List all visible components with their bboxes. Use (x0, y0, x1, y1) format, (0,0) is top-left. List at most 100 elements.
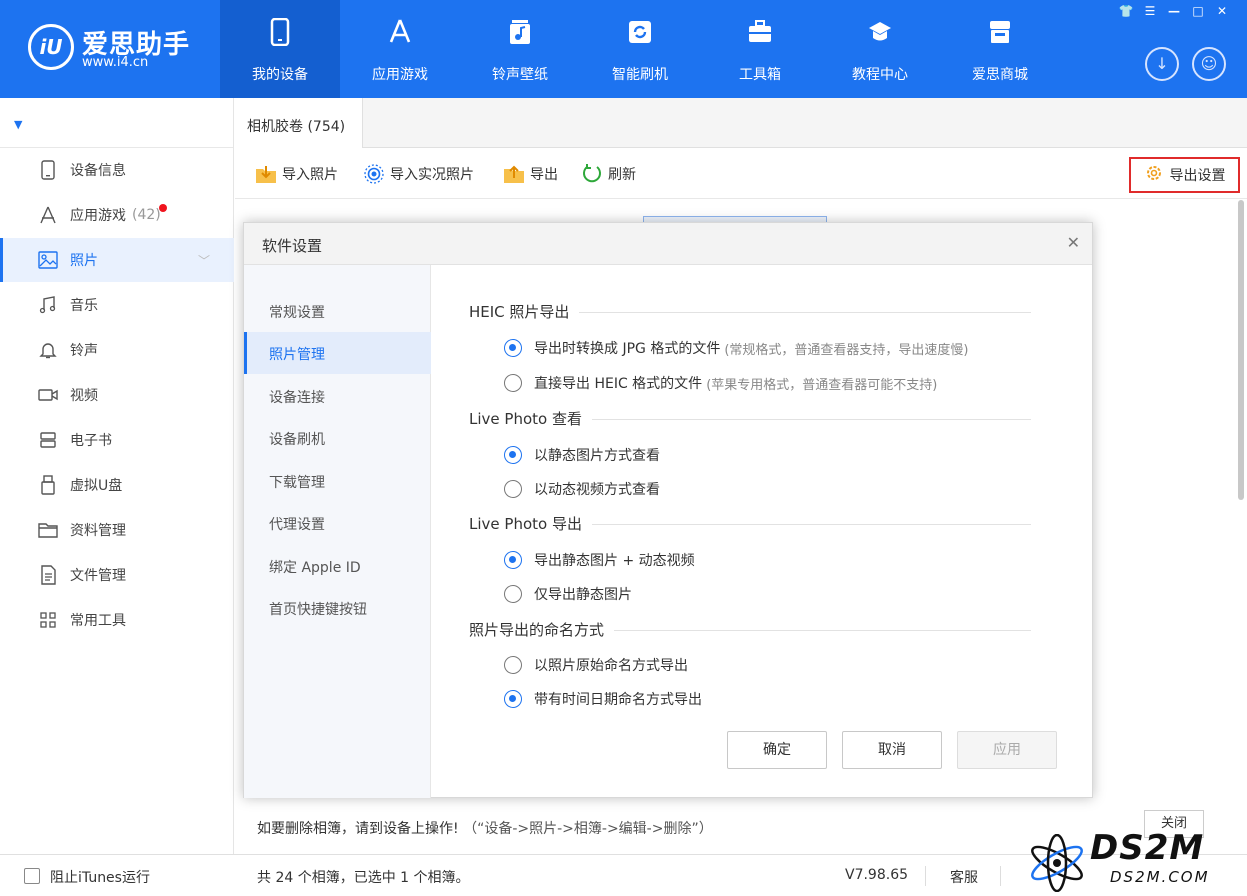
nav-ringtones-wallpapers[interactable]: 铃声壁纸 (460, 0, 580, 98)
live-photo-icon (363, 163, 385, 185)
app-url: www.i4.cn (82, 55, 149, 70)
option-label: 导出静态图片 + 动态视频 (534, 553, 695, 569)
radio-button[interactable] (504, 480, 522, 498)
close-icon[interactable]: ✕ (1067, 233, 1080, 252)
toolbox-icon (749, 20, 771, 42)
sidebar-item-device-info[interactable]: 设备信息 (0, 148, 234, 192)
nav-label: 智能刷机 (612, 67, 668, 83)
watermark-brand: DS2M (1090, 828, 1205, 868)
option-label: 以静态图片方式查看 (534, 448, 660, 464)
radio-button[interactable] (504, 551, 522, 569)
logo-mark: iU (28, 24, 74, 70)
import-live-photos-button[interactable]: 导入实况照片 (363, 163, 474, 185)
refresh-icon (581, 163, 603, 185)
radio-button[interactable] (504, 339, 522, 357)
graduation-cap-icon (869, 22, 891, 41)
sidebar-item-virtual-usb[interactable]: 虚拟U盘 (0, 463, 234, 507)
settings-nav-device-flash[interactable]: 设备刷机 (244, 417, 431, 459)
user-icon[interactable]: ☺ (1192, 47, 1226, 81)
gear-icon (1144, 163, 1164, 187)
import-photos-label: 导入照片 (282, 167, 338, 183)
shirt-icon[interactable]: 👕 (1115, 2, 1137, 20)
delete-album-message: 如要删除相簿，请到设备上操作! (257, 821, 459, 837)
export-settings-button[interactable]: 导出设置 (1129, 157, 1240, 193)
sidebar-item-apps[interactable]: 应用游戏 (42) (0, 193, 234, 237)
tab-camera-roll[interactable]: 相机胶卷 (754) (235, 98, 363, 148)
tab-bar: 相机胶卷 (754) (235, 98, 1247, 148)
export-button[interactable]: 导出 (503, 163, 558, 185)
settings-nav-photo-management[interactable]: 照片管理 (244, 332, 431, 374)
notification-dot (158, 204, 167, 212)
nav-tutorials[interactable]: 教程中心 (820, 0, 940, 98)
refresh-button[interactable]: 刷新 (581, 163, 636, 185)
divider (1000, 866, 1001, 886)
sidebar-item-ringtones[interactable]: 铃声 (0, 328, 234, 372)
sidebar: ▼ 设备信息 应用游戏 (42) 照片 ﹀ 音乐 铃声 视频 电子书 虚拟U盘 … (0, 98, 234, 854)
music-wallpaper-icon (510, 20, 530, 44)
export-folder-icon (503, 163, 525, 185)
sidebar-item-music[interactable]: 音乐 (0, 283, 234, 327)
scrollbar[interactable] (1238, 200, 1244, 500)
apply-button[interactable]: 应用 (957, 731, 1057, 769)
settings-dialog: 软件设置 ✕ 常规设置 照片管理 设备连接 设备刷机 下载管理 代理设置 绑定 … (243, 222, 1093, 798)
minimize-icon[interactable]: — (1163, 2, 1185, 20)
store-icon (990, 21, 1010, 43)
sidebar-item-label: 常用工具 (70, 613, 126, 629)
nav-label: 爱思商城 (972, 67, 1028, 83)
sidebar-item-photos[interactable]: 照片 ﹀ (0, 238, 234, 282)
radio-export-both[interactable]: 导出静态图片 + 动态视频 (504, 549, 695, 571)
app-logo: iU 爱思助手 www.i4.cn (28, 24, 228, 74)
nav-apps-games[interactable]: 应用游戏 (340, 0, 460, 98)
radio-datetime-name[interactable]: 带有时间日期命名方式导出 (504, 688, 702, 710)
version-label: V7.98.65 (845, 867, 909, 883)
radio-original-name[interactable]: 以照片原始命名方式导出 (504, 654, 688, 676)
radio-button[interactable] (504, 374, 522, 392)
import-photos-button[interactable]: 导入照片 (255, 163, 338, 185)
section-live-photo-view: Live Photo 查看 (469, 408, 1031, 432)
nav-toolbox[interactable]: 工具箱 (700, 0, 820, 98)
nav-smart-flash[interactable]: 智能刷机 (580, 0, 700, 98)
radio-export-static[interactable]: 仅导出静态图片 (504, 583, 632, 605)
radio-view-video[interactable]: 以动态视频方式查看 (504, 478, 660, 500)
settings-nav-shortcuts[interactable]: 首页快捷键按钮 (244, 587, 431, 629)
download-icon[interactable]: ↓ (1145, 47, 1179, 81)
option-label: 导出时转换成 JPG 格式的文件 (534, 341, 721, 357)
sidebar-item-file-management[interactable]: 文件管理 (0, 553, 234, 597)
block-itunes-label[interactable]: 阻止iTunes运行 (50, 867, 150, 887)
radio-button[interactable] (504, 585, 522, 603)
sidebar-item-label: 应用游戏 (70, 208, 126, 224)
radio-button[interactable] (504, 656, 522, 674)
section-title: Live Photo 导出 (469, 513, 592, 534)
nav-label: 应用游戏 (372, 67, 428, 83)
radio-heic-to-jpg[interactable]: 导出时转换成 JPG 格式的文件 (常规格式，普通查看器支持，导出速度慢) (504, 337, 968, 359)
option-label: 仅导出静态图片 (534, 587, 632, 603)
nav-label: 教程中心 (852, 67, 908, 83)
ok-button[interactable]: 确定 (727, 731, 827, 769)
block-itunes-checkbox[interactable] (24, 868, 40, 884)
radio-button[interactable] (504, 690, 522, 708)
app-store-icon (38, 205, 58, 225)
settings-nav-device-connection[interactable]: 设备连接 (244, 375, 431, 417)
settings-nav-apple-id[interactable]: 绑定 Apple ID (244, 545, 431, 587)
radio-view-static[interactable]: 以静态图片方式查看 (504, 444, 660, 466)
radio-heic-direct[interactable]: 直接导出 HEIC 格式的文件 (苹果专用格式，普通查看器可能不支持) (504, 372, 937, 394)
sidebar-item-data-management[interactable]: 资料管理 (0, 508, 234, 552)
export-settings-label: 导出设置 (1169, 168, 1226, 184)
settings-nav-general[interactable]: 常规设置 (244, 290, 431, 332)
menu-icon[interactable]: ☰ (1139, 2, 1161, 20)
nav-store[interactable]: 爱思商城 (940, 0, 1060, 98)
customer-service-link[interactable]: 客服 (950, 867, 978, 887)
import-folder-icon (255, 163, 277, 185)
sidebar-item-ebooks[interactable]: 电子书 (0, 418, 234, 462)
radio-button[interactable] (504, 446, 522, 464)
close-icon[interactable]: ✕ (1211, 2, 1233, 20)
sidebar-item-common-tools[interactable]: 常用工具 (0, 598, 234, 642)
maximize-icon[interactable]: □ (1187, 2, 1209, 20)
section-naming: 照片导出的命名方式 (469, 619, 1031, 643)
device-selector[interactable]: ▼ (0, 98, 233, 148)
nav-my-device[interactable]: 我的设备 (220, 0, 340, 98)
settings-nav-proxy[interactable]: 代理设置 (244, 502, 431, 544)
cancel-button[interactable]: 取消 (842, 731, 942, 769)
settings-nav-download[interactable]: 下载管理 (244, 460, 431, 502)
sidebar-item-video[interactable]: 视频 (0, 373, 234, 417)
